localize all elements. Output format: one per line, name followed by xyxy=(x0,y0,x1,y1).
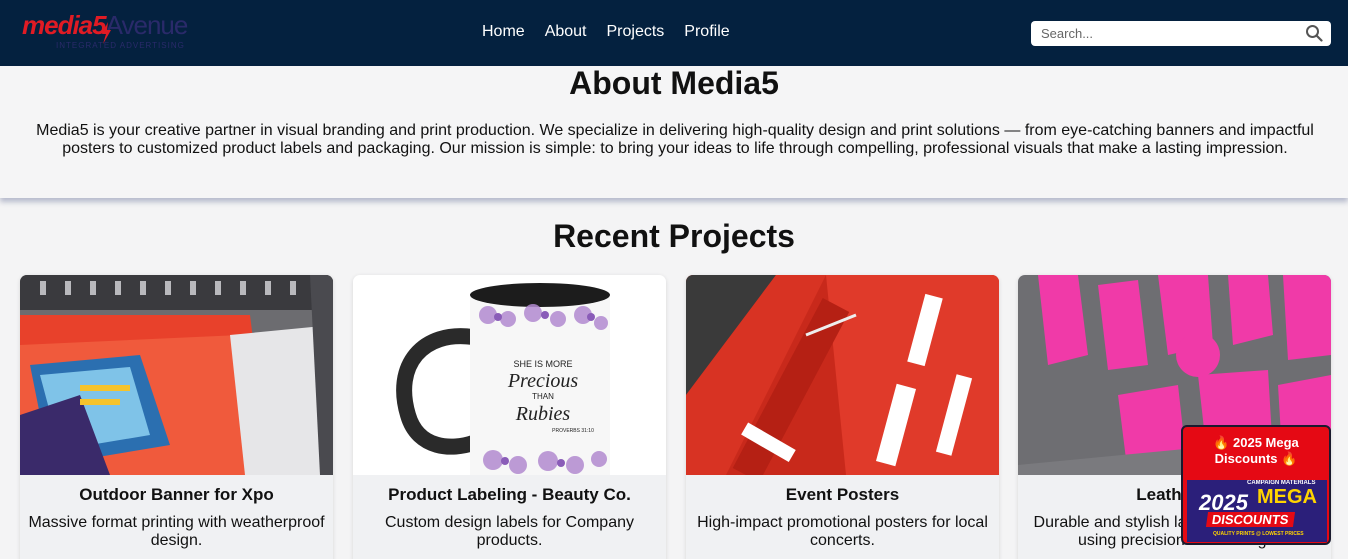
site-header: media5Avenue INTEGRATED ADVERTISING Home… xyxy=(0,0,1348,66)
project-card[interactable]: Event Posters High-impact promotional po… xyxy=(686,275,999,559)
mug-text-line: PROVERBS 31:10 xyxy=(552,428,594,434)
project-card-title: Event Posters xyxy=(785,485,900,504)
mug-label-image: SHE IS MORE Precious THAN Rubies PROVERB… xyxy=(353,275,666,475)
nav-profile[interactable]: Profile xyxy=(684,22,729,42)
project-card-description: High-impact promotional posters for loca… xyxy=(697,514,988,549)
nav-home[interactable]: Home xyxy=(482,22,525,42)
about-text: Media5 is your creative partner in visua… xyxy=(36,122,1314,157)
nav-projects[interactable]: Projects xyxy=(607,22,665,42)
project-card-title: Outdoor Banner for Xpo xyxy=(79,485,274,504)
search-input[interactable] xyxy=(1031,21,1299,46)
promo-banner-image[interactable]: CAMPAIGN MATERIALS 2025 MEGA DISCOUNTS Q… xyxy=(1187,480,1327,542)
main-nav: Home About Projects Profile xyxy=(482,22,730,42)
project-card[interactable]: SHE IS MORE Precious THAN Rubies PROVERB… xyxy=(353,275,666,559)
promo-title: 🔥 2025 Mega Discounts 🔥 xyxy=(1213,435,1299,466)
about-section: About Media5 Media5 is your creative par… xyxy=(0,66,1348,198)
projects-title: Recent Projects xyxy=(553,218,795,254)
project-card-description: Massive format printing with weatherproo… xyxy=(28,514,325,549)
red-poster-image xyxy=(686,275,999,475)
promo-popup[interactable]: 🔥 2025 Mega Discounts 🔥 CAMPAIGN MATERIA… xyxy=(1181,425,1331,545)
promo-small-text: QUALITY PRINTS @ LOWEST PRICES xyxy=(1213,531,1304,537)
mug-text-line: THAN xyxy=(532,392,554,401)
mug-text-line: Rubies xyxy=(515,403,571,425)
logo-tagline: INTEGRATED ADVERTISING xyxy=(56,41,185,50)
promo-discounts-text: DISCOUNTS xyxy=(1205,512,1295,527)
nav-about[interactable]: About xyxy=(545,22,587,42)
project-card-title: Product Labeling - Beauty Co. xyxy=(388,485,631,504)
media5-avenue-logo[interactable]: media5Avenue INTEGRATED ADVERTISING xyxy=(20,8,210,52)
promo-mega-text: MEGA xyxy=(1257,486,1317,508)
project-card[interactable]: Outdoor Banner for Xpo Massive format pr… xyxy=(20,275,333,559)
search-icon[interactable] xyxy=(1305,24,1323,42)
banner-printer-image xyxy=(20,275,333,475)
mug-text-line: Precious xyxy=(507,370,579,392)
about-title: About Media5 xyxy=(569,65,779,101)
search-box xyxy=(1031,21,1331,46)
mug-text-line: SHE IS MORE xyxy=(513,359,572,369)
project-card-description: Custom design labels for Company product… xyxy=(384,514,634,549)
